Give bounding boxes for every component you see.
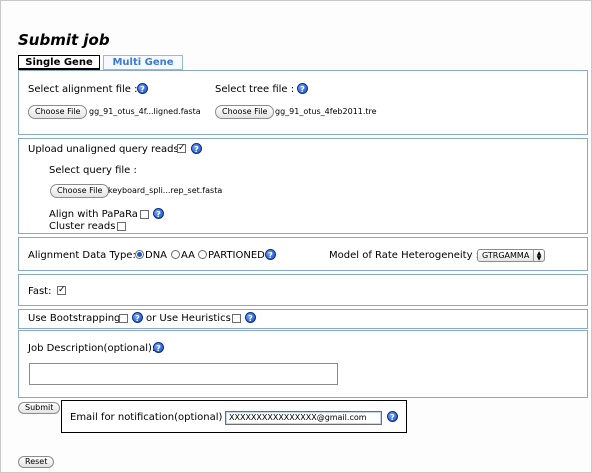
select-arrows-icon: ▲ ▼ (533, 250, 544, 262)
data-type-section: Alignment Data Type: DNA AA PARTIONED ? … (18, 237, 588, 271)
bootstrap-label: Use Bootstrapping (28, 313, 121, 324)
rate-heterogeneity-value: GTRGAMMA (482, 251, 530, 260)
bootstrap-help-icon[interactable]: ? (132, 312, 143, 323)
radio-partioned-label: PARTIONED (208, 250, 265, 261)
data-type-help-icon[interactable]: ? (265, 249, 276, 260)
bootstrap-checkbox[interactable] (119, 314, 128, 323)
job-description-section: Job Description(optional): ? (18, 330, 588, 398)
reset-button[interactable]: Reset (18, 456, 55, 468)
fast-checkbox[interactable]: ✓ (57, 286, 66, 295)
cluster-reads-checkbox[interactable] (117, 222, 126, 231)
upload-help-icon[interactable]: ? (191, 143, 202, 154)
rate-heterogeneity-select[interactable]: GTRGAMMA ▲ ▼ (477, 249, 545, 262)
tree-choose-file-button[interactable]: Choose File (215, 105, 275, 119)
heuristics-checkbox[interactable] (232, 314, 241, 323)
radio-dna[interactable] (135, 250, 144, 259)
papara-checkbox[interactable] (140, 210, 149, 219)
tree-file-label: Select tree file : (215, 84, 295, 95)
radio-partioned[interactable] (198, 250, 207, 259)
file-selection-section: Select alignment file : ? Choose File gg… (18, 70, 588, 135)
fast-section: Fast: ✓ (18, 274, 588, 306)
tree-help-icon[interactable]: ? (297, 83, 308, 94)
job-description-textarea[interactable] (29, 363, 338, 385)
alignment-help-icon[interactable]: ? (137, 83, 148, 94)
papara-label: Align with PaPaRa (49, 209, 138, 220)
tree-filename: gg_91_otus_4feb2011.tre (275, 107, 377, 116)
job-description-help-icon[interactable]: ? (153, 342, 164, 353)
rate-heterogeneity-label: Model of Rate Heterogeneity : (329, 250, 480, 261)
email-input[interactable]: XXXXXXXXXXXXXXXX@gmail.com (225, 411, 382, 425)
alignment-filename: gg_91_otus_4f...ligned.fasta (89, 107, 201, 116)
email-notification-box: Email for notification(optional) : XXXXX… (61, 400, 407, 433)
select-query-label: Select query file : (49, 165, 137, 176)
page-title: Submit job (18, 31, 110, 49)
alignment-file-label: Select alignment file : (28, 84, 138, 95)
job-description-label: Job Description(optional): (28, 343, 156, 354)
email-label: Email for notification(optional) : (70, 412, 229, 423)
papara-help-icon[interactable]: ? (153, 208, 164, 219)
query-choose-file-button[interactable]: Choose File (50, 184, 110, 198)
radio-aa[interactable] (171, 250, 180, 259)
email-help-icon[interactable]: ? (387, 411, 398, 422)
upload-query-checkbox[interactable]: ✓ (177, 144, 186, 153)
heuristics-help-icon[interactable]: ? (245, 312, 256, 323)
upload-query-label: Upload unaligned query reads: (28, 144, 183, 155)
radio-aa-label: AA (181, 250, 195, 261)
alignment-choose-file-button[interactable]: Choose File (28, 105, 88, 119)
heuristics-label: or Use Heuristics (146, 313, 231, 324)
query-reads-section: Upload unaligned query reads: ✓ ? Select… (18, 138, 588, 234)
submit-button[interactable]: Submit (18, 402, 61, 414)
tab-single-gene[interactable]: Single Gene (18, 55, 100, 70)
tab-multi-gene[interactable]: Multi Gene (103, 55, 183, 70)
bootstrap-section: Use Bootstrapping ? or Use Heuristics ? (18, 309, 588, 329)
data-type-label: Alignment Data Type: (28, 250, 136, 261)
fast-label: Fast: (28, 286, 52, 297)
radio-dna-label: DNA (145, 250, 168, 261)
cluster-reads-label: Cluster reads (49, 221, 116, 232)
query-filename: keyboard_spli...rep_set.fasta (108, 186, 223, 195)
